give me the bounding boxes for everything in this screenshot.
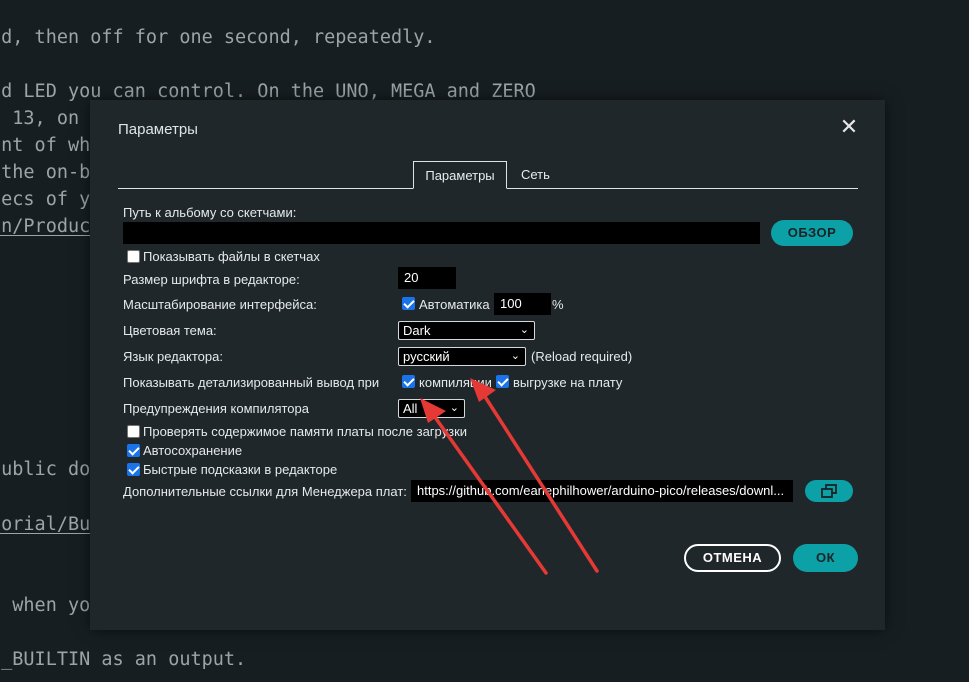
verbose-output-label: Показывать детализированный вывод при — [123, 375, 380, 390]
sketchbook-path-input[interactable] — [123, 222, 760, 244]
board-urls-edit-button[interactable] — [805, 480, 853, 502]
verify-after-upload-label: Проверять содержимое памяти платы после … — [143, 424, 468, 439]
compiler-warnings-label: Предупреждения компилятора — [123, 401, 309, 416]
compiler-warnings-value: All — [403, 401, 418, 416]
verify-after-upload-checkbox[interactable] — [127, 425, 140, 438]
theme-select[interactable]: Dark ⌄ — [398, 321, 535, 340]
close-icon[interactable]: ✕ — [839, 116, 859, 138]
show-files-checkbox[interactable] — [127, 250, 140, 263]
language-select[interactable]: русский ⌄ — [398, 347, 526, 366]
editor-text-line: ed LED you can control. On the UNO, MEGA… — [0, 81, 536, 102]
verbose-compile-label: компиляции — [419, 375, 492, 390]
cancel-button[interactable]: ОТМЕНА — [684, 544, 781, 572]
scale-value-input[interactable]: 100 — [494, 293, 551, 315]
editor-text-line: nd, then off for one second, repeatedly. — [0, 27, 436, 48]
board-urls-label: Дополнительные ссылки для Менеджера плат… — [123, 484, 407, 499]
scale-auto-label: Автоматика — [419, 297, 490, 312]
tab-settings[interactable]: Параметры — [413, 161, 507, 189]
theme-select-value: Dark — [403, 323, 431, 338]
scale-unit: % — [552, 297, 564, 312]
verbose-upload-checkbox[interactable] — [496, 375, 509, 388]
editor-text-line: ent of wh — [0, 135, 91, 156]
autosave-label: Автосохранение — [143, 443, 243, 458]
editor-text-line: e when yo — [0, 595, 91, 616]
sketchbook-path-label: Путь к альбому со скетчами: — [123, 205, 297, 220]
browse-button[interactable]: ОБЗОР — [771, 220, 853, 246]
open-in-window-icon — [821, 484, 837, 498]
font-size-label: Размер шрифта в редакторе: — [123, 272, 300, 287]
quick-suggestions-checkbox[interactable] — [127, 463, 140, 476]
compiler-warnings-select[interactable]: All ⌄ — [398, 399, 465, 418]
ok-button[interactable]: ОК — [793, 544, 858, 572]
theme-label: Цветовая тема: — [123, 323, 217, 338]
editor-text-line: public do — [0, 459, 91, 480]
show-files-label: Показывать файлы в скетчах — [143, 249, 320, 264]
editor-text-line: pecs of y — [0, 189, 91, 210]
chevron-down-icon: ⌄ — [519, 324, 529, 336]
editor-text-line: D_BUILTIN as an output. — [0, 649, 247, 670]
tab-network[interactable]: Сеть — [510, 161, 561, 189]
interface-scale-label: Масштабирование интерфейса: — [123, 297, 317, 312]
reload-required-note: (Reload required) — [531, 349, 633, 364]
language-select-value: русский — [403, 349, 450, 364]
dialog-title: Параметры — [118, 121, 198, 138]
editor-text-line: n 13, on — [0, 108, 80, 129]
preferences-dialog: Параметры ✕ Параметры Сеть Путь к альбом… — [90, 100, 885, 630]
verbose-upload-label: выгрузке на плату — [513, 375, 623, 390]
editor-text-line: the on-b — [0, 162, 91, 183]
chevron-down-icon: ⌄ — [449, 402, 459, 414]
verbose-compile-checkbox[interactable] — [402, 375, 415, 388]
font-size-input[interactable]: 20 — [398, 267, 456, 289]
chevron-down-icon: ⌄ — [510, 350, 520, 362]
editor-link-line: in/Produc — [0, 216, 91, 237]
editor-link-line: torial/Bu — [0, 514, 91, 535]
language-label: Язык редактора: — [123, 349, 223, 364]
board-urls-input[interactable]: https://github.com/earlephilhower/arduin… — [411, 480, 793, 502]
quick-suggestions-label: Быстрые подсказки в редакторе — [143, 462, 338, 477]
scale-auto-checkbox[interactable] — [402, 297, 415, 310]
autosave-checkbox[interactable] — [127, 444, 140, 457]
